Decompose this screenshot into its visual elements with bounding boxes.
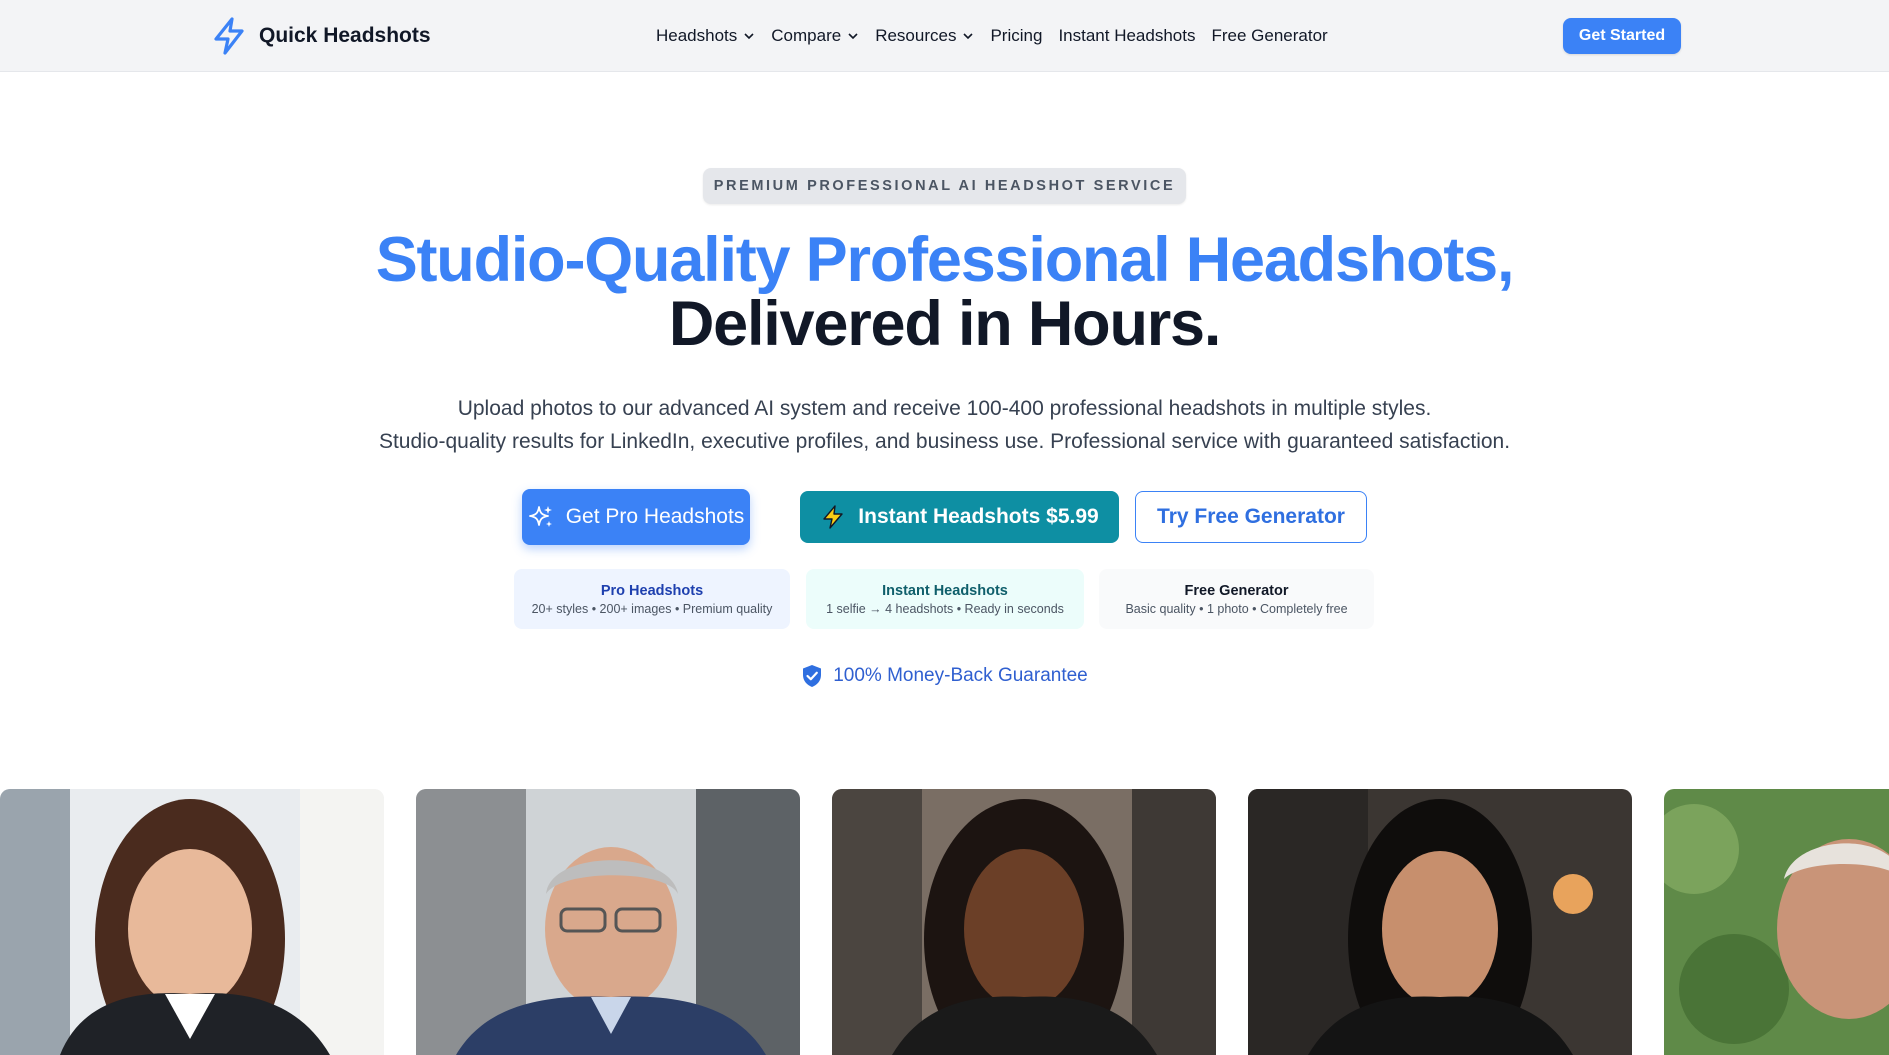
nav-item-label: Compare [771,26,842,45]
plan-card-pro[interactable]: Pro Headshots 20+ styles • 200+ images •… [514,569,790,629]
get-pro-headshots-button[interactable]: Get Pro Headshots [522,489,750,545]
subtitle-line-1: Upload photos to our advanced AI system … [457,397,1432,420]
nav-item-label: Resources [875,26,957,45]
lightning-icon [823,505,843,529]
plan-card-description: 1 selfie → 4 headshots • Ready in second… [826,601,1064,616]
headshot-image [1664,789,1889,1055]
chevron-down-icon [744,33,754,40]
chevron-down-icon [963,33,974,40]
headshot-sample-photo[interactable] [0,789,384,1055]
headshot-image [0,789,384,1055]
plan-card-free[interactable]: Free Generator Basic quality • 1 photo •… [1099,569,1374,629]
nav-item-instant-headshots[interactable]: Instant Headshots [1058,26,1195,46]
headshot-image [1248,789,1632,1055]
nav-item-label: Instant Headshots [1058,26,1196,45]
headshot-image [832,789,1216,1055]
nav-item-free-generator[interactable]: Free Generator [1211,26,1327,46]
headline-line-1: Studio-Quality Professional Headshots, [375,225,1515,295]
brand-name: Quick Headshots [259,24,431,47]
cta-button-row: Get Pro Headshots Instant Headshots $5.9… [0,489,1889,545]
headline-line-2: Delivered in Hours. [668,289,1222,359]
nav-item-pricing[interactable]: Pricing [990,26,1042,46]
nav-item-label: Headshots [656,26,738,45]
main-menu: Headshots Compare Resources Pricing Inst… [656,22,1344,50]
button-label: Get Pro Headshots [565,505,745,528]
brand-logo[interactable]: Quick Headshots [211,17,431,55]
plan-card-title: Free Generator [1184,582,1289,599]
try-free-generator-button[interactable]: Try Free Generator [1135,491,1367,543]
plan-card-title: Instant Headshots [882,582,1008,599]
plan-card-title: Pro Headshots [600,582,704,599]
get-started-button[interactable]: Get Started [1563,18,1681,54]
instant-headshots-button[interactable]: Instant Headshots $5.99 [800,491,1119,543]
chevron-down-icon [848,33,858,40]
money-back-guarantee: 100% Money-Back Guarantee [0,664,1889,688]
nav-item-label: Pricing [990,26,1043,45]
nav-item-resources[interactable]: Resources [875,26,974,46]
headshot-sample-photo[interactable] [416,789,800,1055]
lightning-bolt-icon [214,17,244,55]
nav-item-label: Free Generator [1211,26,1328,45]
button-label: Instant Headshots $5.99 [858,505,1099,528]
plan-cards: Pro Headshots 20+ styles • 200+ images •… [0,569,1889,629]
shield-check-icon [803,665,822,687]
plan-card-instant[interactable]: Instant Headshots 1 selfie → 4 headshots… [806,569,1084,629]
headshot-sample-photo[interactable] [832,789,1216,1055]
plan-card-description: Basic quality • 1 photo • Completely fre… [1125,601,1348,616]
top-navigation: Quick Headshots Headshots Compare Resour… [0,0,1889,72]
plan-card-description: 20+ styles • 200+ images • Premium quali… [531,601,773,616]
headshot-sample-photo[interactable] [1248,789,1632,1055]
nav-item-compare[interactable]: Compare [771,26,859,46]
nav-item-headshots[interactable]: Headshots [656,26,755,46]
subtitle-line-2: Studio-quality results for LinkedIn, exe… [378,430,1511,453]
headshot-image [416,789,800,1055]
page-title: Studio-Quality Professional Headshots, D… [0,228,1889,356]
headshot-sample-photo[interactable] [1664,789,1889,1055]
sparkles-icon [528,506,552,527]
service-badge: PREMIUM PROFESSIONAL AI HEADSHOT SERVICE [703,168,1186,204]
hero-subtitle: Upload photos to our advanced AI system … [0,392,1889,458]
guarantee-text: 100% Money-Back Guarantee [833,665,1088,686]
